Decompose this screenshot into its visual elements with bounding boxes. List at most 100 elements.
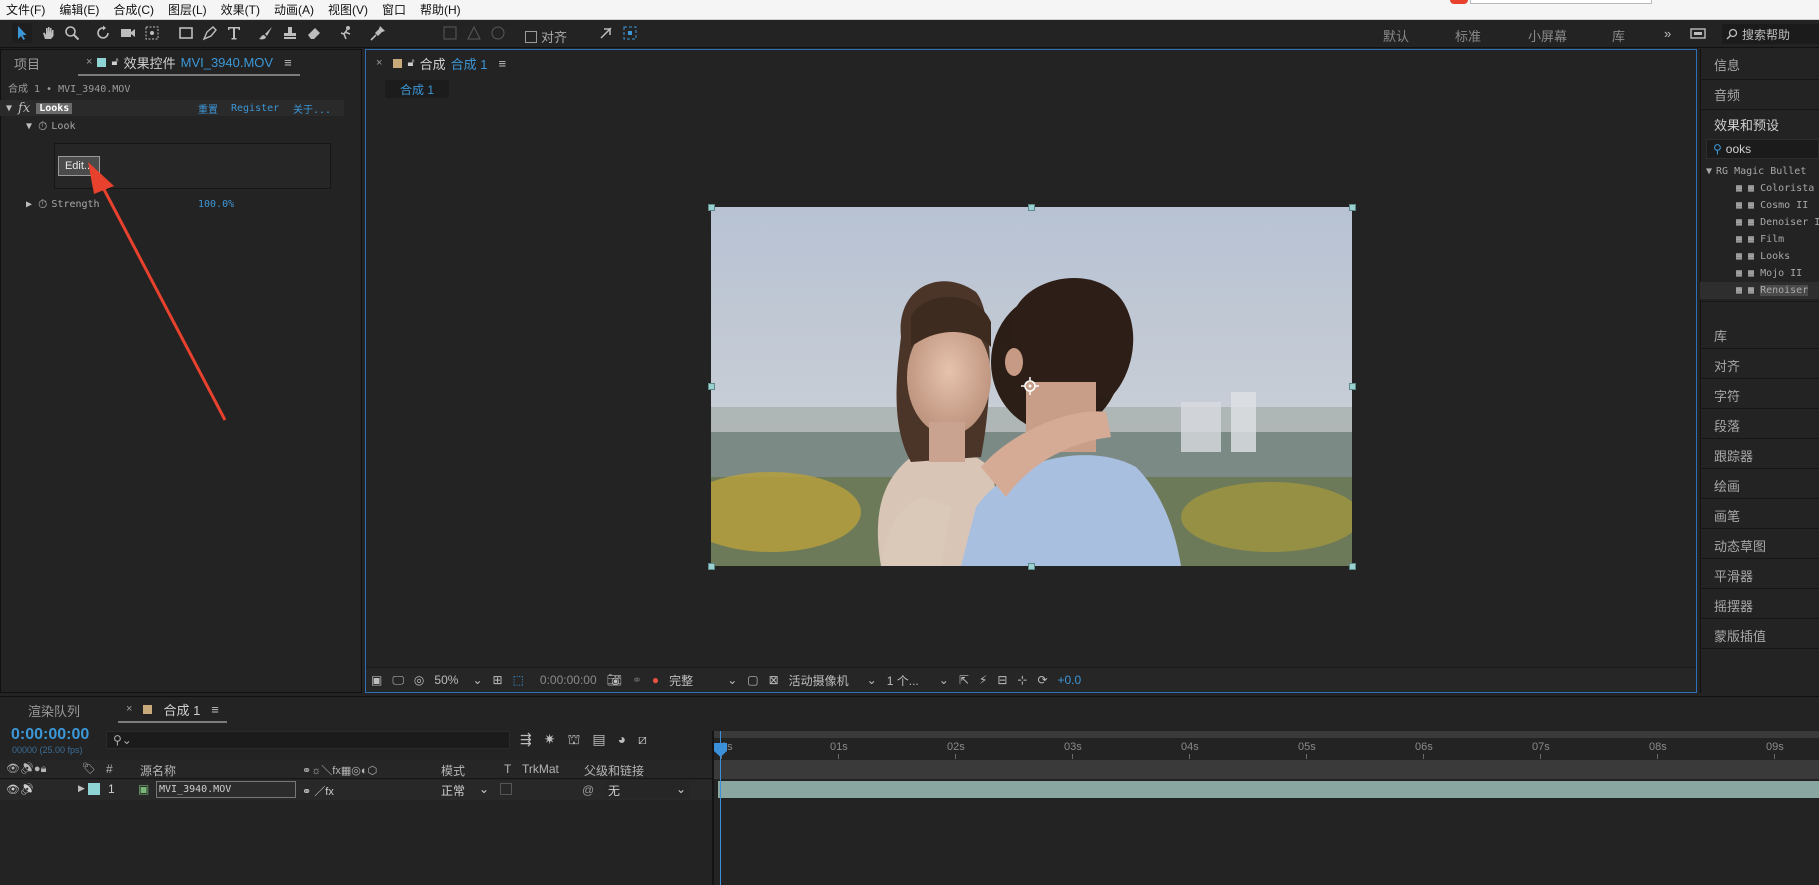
menu-window[interactable]: 窗口 — [375, 1, 413, 18]
disclosure-closed-icon[interactable]: ▶ — [78, 783, 85, 794]
work-area-bar[interactable] — [714, 731, 1819, 738]
menu-animation[interactable]: 动画(A) — [267, 1, 321, 18]
hide-shy-layers-icon[interactable]: ⛫ — [567, 731, 580, 750]
type-tool-icon[interactable] — [224, 23, 244, 43]
snapshot-icon[interactable]: 📷︎ — [602, 668, 627, 693]
menu-view[interactable]: 视图(V) — [321, 1, 375, 18]
lock-icon[interactable]: 🔓︎ — [111, 56, 118, 69]
label-color-swatch[interactable] — [88, 783, 100, 795]
stopwatch-icon[interactable]: ⏱︎ — [38, 119, 47, 134]
panel-menu-icon[interactable]: ≡ — [211, 702, 219, 717]
effect-item[interactable]: ▦ ▦Denoiser III — [1700, 214, 1819, 231]
roto-brush-tool-icon[interactable] — [336, 23, 356, 43]
pen-tool-icon[interactable] — [200, 23, 220, 43]
panel-paint[interactable]: 绘画 — [1714, 476, 1740, 495]
panel-audio[interactable]: 音频 — [1714, 85, 1740, 104]
tab-timeline-composition[interactable]: × 合成 1 ≡ — [118, 697, 227, 723]
clone-stamp-tool-icon[interactable] — [280, 23, 300, 43]
workspace-small-screen[interactable]: 小屏幕 — [1528, 26, 1567, 45]
selection-tool-icon[interactable] — [12, 23, 32, 43]
exposure-value[interactable]: +0.0 — [1053, 668, 1087, 693]
workspace-libraries[interactable]: 库 — [1612, 26, 1625, 45]
disclosure-open-icon[interactable]: ▼ — [26, 121, 32, 132]
workspace-default[interactable]: 默认 — [1383, 26, 1409, 45]
transform-handle[interactable] — [1349, 204, 1356, 211]
motion-blur-icon[interactable]: ◕ — [618, 731, 626, 750]
eraser-tool-icon[interactable] — [304, 23, 324, 43]
effects-search-field[interactable]: ⚲ ooks — [1706, 139, 1819, 159]
preserve-transparency-checkbox[interactable] — [500, 783, 512, 795]
table-row[interactable]: 👁︎🔊︎ ▶ 1 ▣ MVI_3940.MOV ⚭ ／fx 正常 ⌄ @ 无 ⌄ — [0, 780, 712, 800]
effect-item[interactable]: ▦ ▦ Colorista — [1700, 180, 1819, 197]
effect-item[interactable]: ▦ ▦ Film — [1700, 231, 1819, 248]
flowchart-icon[interactable]: ⊹ — [1012, 668, 1032, 693]
effect-item[interactable]: ▦ ▦ Cosmo II — [1700, 197, 1819, 214]
effect-item[interactable]: ▦ ▦ Mojo II — [1700, 265, 1819, 282]
workspace-standard[interactable]: 标准 — [1455, 26, 1481, 45]
fx-icon[interactable]: fx — [18, 101, 30, 116]
timeline-current-time[interactable]: 0:00:00:00 — [11, 726, 89, 744]
snap-toggle[interactable]: 对齐 — [525, 27, 567, 46]
rotate-tool-icon[interactable] — [94, 23, 114, 43]
puppet-pin-tool-icon[interactable] — [368, 23, 388, 43]
camera-dropdown[interactable]: 活动摄像机 ⌄ — [784, 668, 882, 693]
disclosure-open-icon[interactable]: ▼ — [1706, 166, 1712, 177]
snap-options-icon[interactable] — [596, 23, 616, 43]
panel-tracker[interactable]: 跟踪器 — [1714, 446, 1753, 465]
column-source-name[interactable]: 源名称 — [140, 762, 176, 779]
transform-handle[interactable] — [708, 563, 715, 570]
axis-mode-world-icon[interactable] — [464, 23, 484, 43]
menu-file[interactable]: 文件(F) — [0, 1, 52, 18]
snap-target-icon[interactable] — [620, 23, 640, 43]
panel-mask-interpolation[interactable]: 蒙版插值 — [1714, 626, 1766, 645]
transform-handle[interactable] — [1028, 563, 1035, 570]
fast-preview-icon[interactable]: ⚡︎ — [974, 668, 992, 693]
snap-checkbox[interactable] — [525, 30, 537, 43]
effect-item[interactable]: ▦ ▦ Looks — [1700, 248, 1819, 265]
tab-render-queue[interactable]: 渲染队列 — [0, 697, 88, 723]
panel-paragraph[interactable]: 段落 — [1714, 416, 1740, 435]
disclosure-closed-icon[interactable]: ▶ — [26, 199, 32, 210]
reset-link[interactable]: 重置 — [198, 101, 218, 116]
safe-zones-icon[interactable]: ⊞ — [488, 668, 508, 693]
reset-exposure-icon[interactable]: ⟳ — [1032, 668, 1052, 693]
draft-3d-icon[interactable]: ✷ — [544, 731, 556, 750]
transparency-grid-icon[interactable]: ⬚ — [508, 668, 529, 693]
resolution-dropdown[interactable]: 完整 ⌄ — [664, 668, 742, 693]
rectangle-tool-icon[interactable] — [176, 23, 196, 43]
visibility-icon[interactable]: 👁︎🔊︎ — [6, 783, 34, 796]
timeline-link-icon[interactable]: ⊟ — [992, 668, 1012, 693]
monitor-icon[interactable]: 🖵︎ — [387, 668, 409, 693]
panel-motion-sketch[interactable]: 动态草图 — [1714, 536, 1766, 555]
transparency-icon[interactable]: ⊠ — [764, 668, 784, 693]
tab-effect-controls[interactable]: × 🔓︎ 效果控件 MVI_3940.MOV ≡ — [78, 50, 300, 76]
transform-handle[interactable] — [708, 204, 715, 211]
hand-tool-icon[interactable] — [38, 23, 58, 43]
register-link[interactable]: Register — [231, 103, 279, 114]
camera-tool-icon[interactable] — [118, 23, 138, 43]
panel-menu-icon[interactable]: ≡ — [498, 56, 506, 71]
brush-tool-icon[interactable] — [256, 23, 276, 43]
effect-row-looks[interactable]: ▼ fx Looks 重置 Register 关于... — [0, 100, 344, 116]
parent-dropdown[interactable]: 无 ⌄ — [604, 781, 690, 798]
panel-align[interactable]: 对齐 — [1714, 356, 1740, 375]
show-snapshot-icon[interactable]: ⚭ — [627, 668, 647, 693]
transform-handle[interactable] — [1028, 204, 1035, 211]
layer-name[interactable]: MVI_3940.MOV — [156, 781, 296, 798]
mode-dropdown[interactable]: 正常 ⌄ — [437, 781, 493, 798]
panel-smoother[interactable]: 平滑器 — [1714, 566, 1753, 585]
composition-mini-flowchart-icon[interactable]: ⇶ — [520, 731, 532, 750]
transform-handle[interactable] — [1349, 563, 1356, 570]
menu-composition[interactable]: 合成(C) — [106, 1, 161, 18]
tab-composition[interactable]: × 🔓︎ 合成 合成 1 ≡ — [366, 50, 514, 76]
effect-item-selected[interactable]: ▦ ▦ Renoiser — [1700, 282, 1819, 299]
region-of-interest-icon[interactable]: ▢ — [742, 668, 763, 693]
layer-duration-bar[interactable] — [718, 781, 1819, 798]
zoom-tool-icon[interactable] — [62, 23, 82, 43]
graph-editor-icon[interactable]: ⧄ — [638, 731, 647, 750]
workspace-menu-icon[interactable] — [1688, 23, 1708, 43]
layer-switches[interactable]: ⚭ ／fx — [302, 783, 334, 799]
panel-info[interactable]: 信息 — [1714, 55, 1740, 74]
effects-category[interactable]: ▼ RG Magic Bullet — [1700, 163, 1819, 180]
panel-character[interactable]: 字符 — [1714, 386, 1740, 405]
